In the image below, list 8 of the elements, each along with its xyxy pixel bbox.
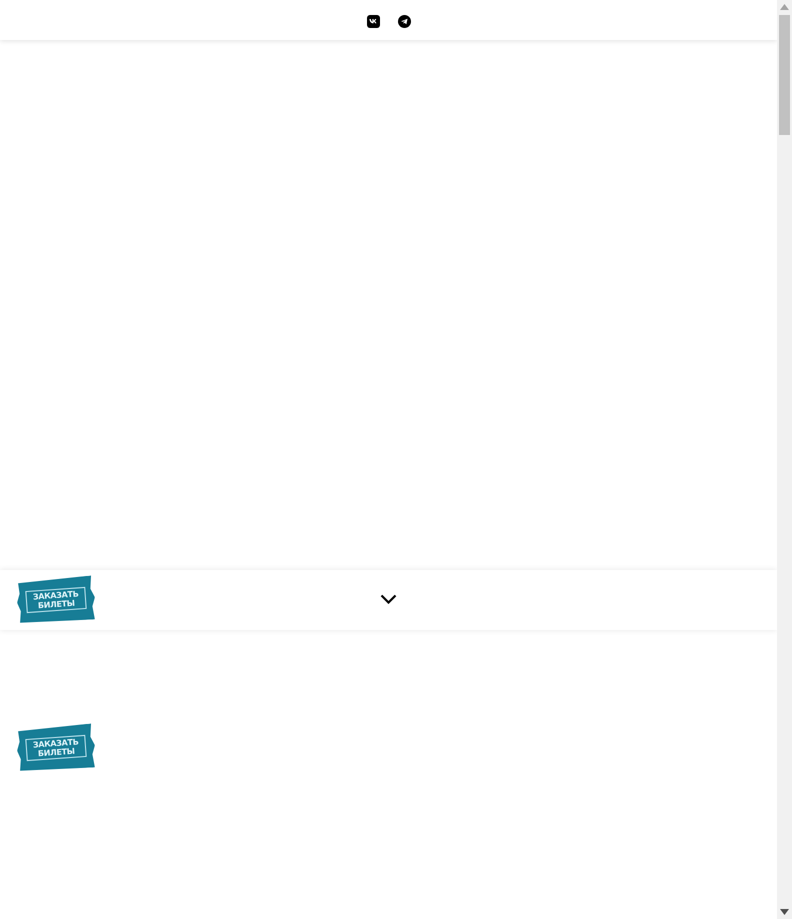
vk-icon[interactable] [366,14,380,28]
ticket-button[interactable]: ЗАКАЗАТЬ БИЛЕТЫ [16,575,96,625]
ticket-button[interactable]: ЗАКАЗАТЬ БИЛЕТЫ [16,723,96,773]
scrollbar[interactable] [777,0,792,919]
telegram-icon[interactable] [398,14,410,28]
chevron-down-icon[interactable] [380,594,397,604]
scroll-down-icon[interactable] [780,909,789,915]
scrollbar-thumb[interactable] [779,15,790,135]
